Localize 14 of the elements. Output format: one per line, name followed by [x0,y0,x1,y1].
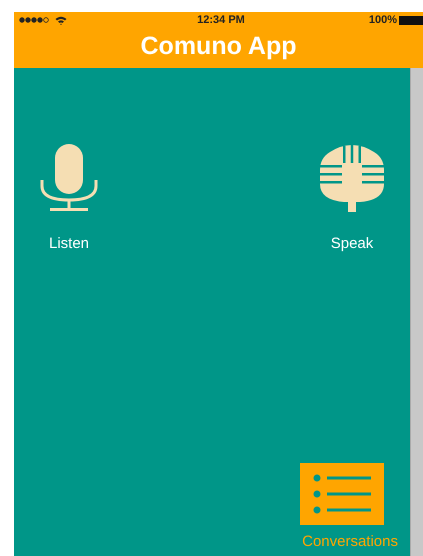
conversations-button[interactable] [300,463,384,525]
conversations-label[interactable]: Conversations [302,533,398,550]
scrollbar[interactable] [410,68,423,556]
list-icon [313,474,371,514]
battery-icon [398,16,423,24]
microphone-icon[interactable] [40,144,98,212]
app-title: Comuno App [140,30,298,62]
action-label[interactable]: Speak [330,235,374,252]
action-label[interactable]: Listen [48,235,90,252]
signal-icon [19,17,49,23]
battery-percentage: 100% [368,14,397,26]
retro-microphone-icon[interactable] [320,144,384,212]
status-time: 12:34 PM [197,14,245,26]
wifi-icon [55,16,67,24]
